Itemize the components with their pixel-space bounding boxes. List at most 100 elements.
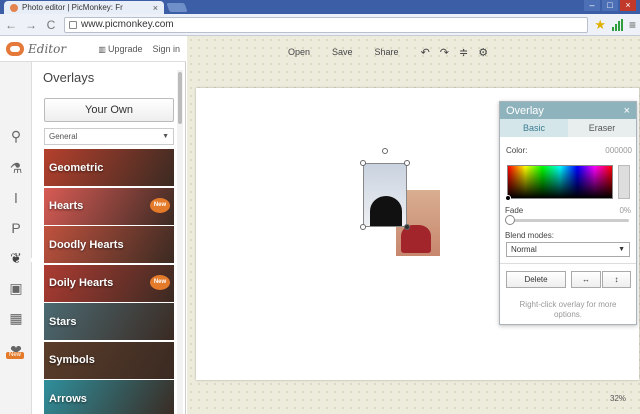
resize-handle-tr[interactable] — [404, 160, 410, 166]
window-close-button[interactable]: × — [620, 0, 636, 11]
new-badge: New — [150, 197, 170, 213]
rotate-handle[interactable] — [382, 148, 388, 154]
bird-silhouette-shape — [370, 196, 402, 226]
new-badge: New — [6, 352, 24, 359]
upgrade-icon: ▥ — [98, 44, 106, 54]
page-icon — [69, 20, 77, 29]
resize-handle-tl[interactable] — [360, 160, 366, 166]
your-own-button[interactable]: Your Own — [44, 98, 174, 122]
color-row: Color: 000000 — [506, 146, 632, 155]
back-button[interactable]: ← — [4, 18, 18, 32]
panel-title: Overlays — [43, 70, 95, 85]
picmonkey-logo[interactable]: Editor — [6, 41, 67, 56]
color-spectrum[interactable] — [507, 165, 613, 199]
fade-row: Fade 0% — [505, 206, 631, 215]
fade-value: 0% — [619, 206, 631, 215]
flip-horizontal-button[interactable]: ↔ — [571, 271, 601, 288]
tab-close-icon[interactable]: × — [153, 3, 158, 13]
overlays-panel: Overlays Your Own General ▼ Geometric Hea… — [32, 62, 186, 414]
blend-label: Blend modes: — [505, 231, 554, 240]
blend-mode-select[interactable]: Normal ▼ — [506, 242, 630, 257]
overlay-tabs: Basic Eraser — [500, 119, 636, 137]
overlay-category-6[interactable]: Arrows — [44, 380, 174, 414]
tab-basic[interactable]: Basic — [500, 119, 568, 137]
layers-icon[interactable]: ≑ — [459, 46, 468, 59]
save-button[interactable]: Save — [332, 47, 353, 57]
new-badge: New — [150, 274, 170, 290]
zoom-level[interactable]: 32% — [610, 394, 626, 403]
category-select[interactable]: General ▼ — [44, 128, 174, 145]
color-picker-dot[interactable] — [505, 195, 511, 201]
category-select-value: General — [49, 132, 78, 141]
touch-up-brush-icon[interactable]: ǀ — [6, 188, 26, 208]
forward-button[interactable]: → — [24, 18, 38, 32]
maximize-button[interactable]: □ — [602, 0, 618, 11]
overlay-category-1[interactable]: Hearts New — [44, 187, 174, 225]
text-icon[interactable]: P — [6, 218, 26, 238]
bookmark-star-icon[interactable]: ★ — [594, 17, 606, 33]
overlay-category-0[interactable]: Geometric — [44, 149, 174, 186]
monkey-logo-icon — [6, 41, 24, 56]
edits-icon[interactable]: ⚲ — [6, 126, 26, 146]
delete-button[interactable]: Delete — [506, 271, 566, 288]
overlays-butterfly-icon[interactable]: ❦ — [6, 248, 26, 268]
close-icon[interactable]: × — [624, 105, 630, 117]
resize-handle-br[interactable] — [404, 224, 410, 230]
upgrade-link[interactable]: ▥ Upgrade — [98, 44, 142, 54]
panel-scrollbar-thumb[interactable] — [178, 72, 182, 124]
category-label: Stars — [49, 315, 77, 328]
browser-menu-icon[interactable]: ≡ — [629, 18, 636, 32]
new-tab-button[interactable] — [166, 3, 188, 12]
fade-slider-knob[interactable] — [505, 215, 515, 225]
overlay-panel-title: Overlay — [506, 104, 544, 117]
grayscale-strip[interactable] — [618, 165, 630, 199]
extension-bars-icon[interactable] — [611, 18, 623, 31]
tool-strip: ⚲ ⚗ ǀ P ❦ ▣ ▦ ❤ New — [0, 62, 32, 414]
category-label: Symbols — [49, 354, 95, 366]
category-label: Doodly Hearts — [49, 238, 124, 251]
fade-label: Fade — [505, 206, 524, 215]
category-label: Arrows — [49, 392, 87, 405]
tab-title: Photo editor | PicMonkey: Fr — [22, 3, 123, 12]
overlay-category-4[interactable]: Stars — [44, 303, 174, 340]
overlay-hint-text: Right-click overlay for more options. — [519, 300, 617, 319]
chevron-down-icon: ▼ — [162, 133, 169, 140]
settings-gear-icon[interactable]: ⚙ — [478, 46, 488, 59]
redo-icon[interactable]: ↷ — [440, 46, 449, 59]
action-icons: ↶ ↷ ≑ ⚙ — [421, 46, 489, 59]
overlay-category-3[interactable]: Doily Hearts New — [44, 264, 174, 302]
window-controls: – □ × — [584, 0, 636, 11]
undo-icon[interactable]: ↶ — [421, 46, 430, 59]
category-label: Doily Hearts — [49, 277, 114, 289]
category-label: Hearts — [49, 200, 84, 212]
browser-tabstrip: Photo editor | PicMonkey: Fr × – □ × — [0, 0, 640, 14]
frames-icon[interactable]: ▣ — [6, 278, 26, 298]
favicon-icon — [10, 3, 18, 12]
action-bar: Open Save Share ↶ ↷ ≑ ⚙ — [288, 40, 538, 64]
tab-eraser[interactable]: Eraser — [568, 119, 636, 137]
resize-handle-bl[interactable] — [360, 224, 366, 230]
color-value[interactable]: 000000 — [605, 146, 632, 155]
blend-row: Blend modes: — [505, 231, 631, 240]
panel-divider — [500, 263, 636, 264]
upgrade-label: Upgrade — [107, 43, 143, 54]
minimize-button[interactable]: – — [584, 0, 600, 11]
open-button[interactable]: Open — [288, 47, 310, 57]
textures-icon[interactable]: ▦ — [6, 308, 26, 328]
address-bar[interactable]: www.picmonkey.com — [64, 16, 589, 33]
browser-tab[interactable]: Photo editor | PicMonkey: Fr × — [4, 1, 164, 14]
effects-flask-icon[interactable]: ⚗ — [6, 158, 26, 178]
reload-button[interactable]: C — [44, 18, 58, 32]
browser-toolbar: ← → C www.picmonkey.com ★ ≡ — [0, 14, 640, 36]
logo-text: Editor — [28, 41, 67, 56]
flip-vertical-button[interactable]: ↕ — [602, 271, 631, 288]
color-label: Color: — [506, 146, 528, 155]
editor-header: Editor ▥ Upgrade Sign in — [0, 36, 186, 62]
overlay-panel-header[interactable]: Overlay × — [500, 102, 636, 119]
share-button[interactable]: Share — [375, 47, 399, 57]
overlay-category-5[interactable]: Symbols — [44, 341, 174, 379]
blend-mode-value: Normal — [511, 245, 537, 254]
fade-slider[interactable] — [507, 219, 629, 222]
signin-link[interactable]: Sign in — [152, 44, 180, 54]
overlay-category-2[interactable]: Doodly Hearts — [44, 226, 174, 263]
